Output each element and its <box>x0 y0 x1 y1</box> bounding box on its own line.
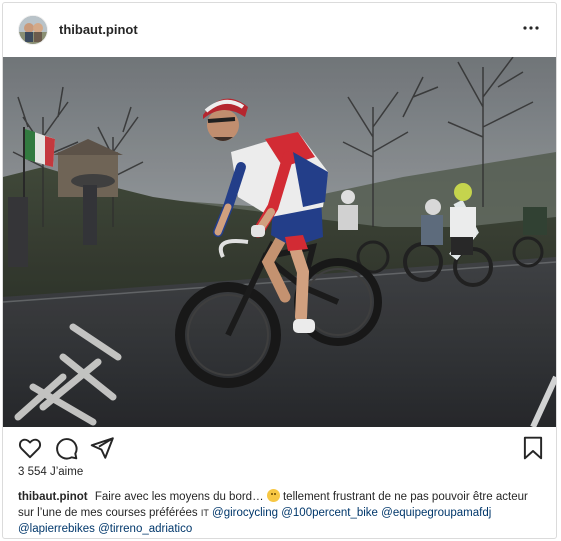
mention-link[interactable]: @tirreno_adriatico <box>98 523 192 535</box>
mention-link[interactable]: @lapierrebikes <box>18 523 95 535</box>
italy-flag-icon: IT <box>200 508 209 518</box>
comment-icon[interactable] <box>53 435 79 461</box>
post-username[interactable]: thibaut.pinot <box>59 22 138 37</box>
avatar[interactable] <box>18 15 48 45</box>
likes-label: J’aime <box>49 466 84 478</box>
disappointed-face-emoji-icon <box>266 489 280 502</box>
post-caption: thibaut.pinot Faire avec les moyens du b… <box>18 489 543 537</box>
likes-number: 3 554 <box>18 466 47 478</box>
heart-icon[interactable] <box>17 435 43 461</box>
caption-username[interactable]: thibaut.pinot <box>18 491 88 503</box>
instagram-post: thibaut.pinot 3 554 J’aime thibaut.pinot… <box>2 2 557 539</box>
likes-count[interactable]: 3 554 J’aime <box>18 466 83 478</box>
bookmark-icon[interactable] <box>520 435 546 461</box>
mention-link[interactable]: @100percent_bike <box>281 507 378 519</box>
post-photo[interactable] <box>3 57 556 427</box>
paper-plane-icon[interactable] <box>89 435 115 461</box>
ellipsis-icon[interactable] <box>520 17 542 39</box>
mention-link[interactable]: @equipegroupamafdj <box>381 507 491 519</box>
post-actions <box>3 431 556 467</box>
caption-text-1: Faire avec les moyens du bord… <box>94 491 264 503</box>
mention-link[interactable]: @girocycling <box>212 507 278 519</box>
post-header: thibaut.pinot <box>3 3 556 57</box>
